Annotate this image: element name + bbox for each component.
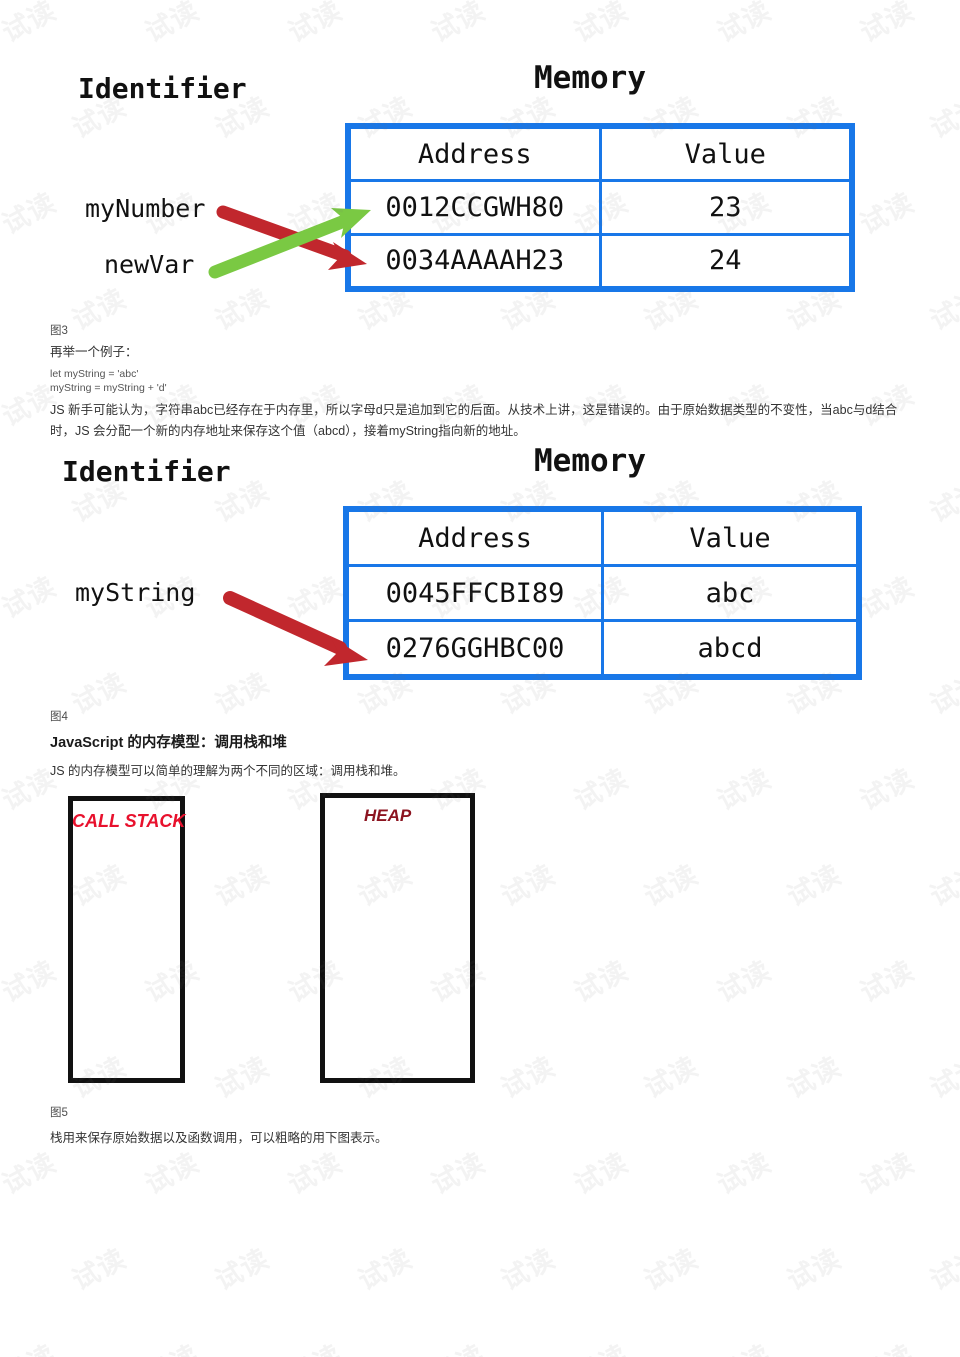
heap-label: HEAP (364, 806, 412, 825)
table-row: 0276GGHBC00 abcd (346, 619, 859, 677)
column-header-value: Value (601, 509, 859, 567)
cell-value: 23 (598, 179, 852, 236)
table-header-row: Address Value (346, 509, 859, 567)
figure3-caption: 图3 (50, 325, 68, 337)
cell-address: 0034AAAAH23 (348, 232, 602, 290)
call-stack-box (68, 796, 185, 1083)
code-line-1: let myString = 'abc' (50, 368, 139, 380)
cell-address: 0276GGHBC00 (346, 619, 604, 677)
example-intro-text: 再举一个例子： (50, 345, 138, 359)
cell-value: abcd (601, 619, 859, 677)
table-row: 0034AAAAH23 24 (348, 232, 852, 290)
stack-paragraph: 栈用来保存原始数据以及函数调用，可以粗略的用下图表示。 (50, 1131, 388, 1145)
figure3-memory-table: Address Value 0012CCGWH80 23 0034AAAAH23… (345, 123, 855, 292)
heap-box (320, 793, 475, 1083)
table-header-row: Address Value (348, 125, 852, 183)
column-header-address: Address (346, 509, 604, 567)
cell-value: abc (601, 564, 859, 622)
figure3-identifier-myNumber: myNumber (85, 194, 206, 223)
cell-address: 0045FFCBI89 (346, 564, 604, 622)
figure4-identifier-myString: myString (75, 578, 196, 607)
example-paragraph: JS 新手可能认为，字符串abc已经存在于内存里，所以字母d只是追加到它的后面。… (50, 403, 898, 438)
figure4-memory-heading: Memory (534, 443, 646, 479)
figure4-identifier-heading: Identifier (62, 455, 231, 488)
call-stack-label: CALL STACK (72, 811, 186, 831)
column-header-value: Value (598, 125, 852, 183)
memory-model-paragraph: JS 的内存模型可以简单的理解为两个不同的区域：调用栈和堆。 (50, 764, 406, 778)
figure3-memory-heading: Memory (534, 60, 646, 96)
figure4-memory-table: Address Value 0045FFCBI89 abc 0276GGHBC0… (343, 506, 862, 680)
figure4-caption: 图4 (50, 711, 68, 723)
code-line-2: myString = myString + 'd' (50, 382, 167, 394)
table-row: 0012CCGWH80 23 (348, 179, 852, 236)
figure3-identifier-newVar: newVar (104, 250, 195, 279)
cell-value: 24 (598, 232, 852, 290)
memory-model-heading: JavaScript 的内存模型：调用栈和堆 (50, 735, 287, 751)
figure3-identifier-heading: Identifier (78, 72, 247, 105)
figure5-caption: 图5 (50, 1107, 68, 1119)
cell-address: 0012CCGWH80 (348, 179, 602, 236)
table-row: 0045FFCBI89 abc (346, 564, 859, 622)
column-header-address: Address (348, 125, 602, 183)
